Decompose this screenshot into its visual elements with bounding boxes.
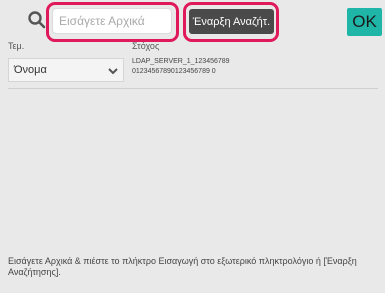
initials-input-placeholder: Εισάγετε Αρχικά xyxy=(59,14,145,28)
target-column-header: Στόχος xyxy=(132,41,160,51)
row-divider xyxy=(8,88,378,89)
search-panel: Εισάγετε Αρχικά Έναρξη Αναζήτ. OK Τεμ. Σ… xyxy=(0,0,385,293)
target-name-line: LDAP_SERVER_1_123456789 xyxy=(132,58,230,65)
type-select-value: Όνομα xyxy=(14,64,47,76)
instruction-text: Εισάγετε Αρχικά & πιέστε το πλήκτρο Εισα… xyxy=(8,256,357,277)
initials-input[interactable]: Εισάγετε Αρχικά xyxy=(52,8,172,34)
type-column-header: Τεμ. xyxy=(8,41,25,51)
search-icon[interactable] xyxy=(26,9,48,31)
start-search-button[interactable]: Έναρξη Αναζήτ. xyxy=(189,9,274,34)
chevron-down-icon xyxy=(108,68,118,75)
ok-button[interactable]: OK xyxy=(347,8,382,36)
target-number-line: 01234567890123456789 0 xyxy=(132,68,216,75)
type-select[interactable]: Όνομα xyxy=(8,58,124,82)
